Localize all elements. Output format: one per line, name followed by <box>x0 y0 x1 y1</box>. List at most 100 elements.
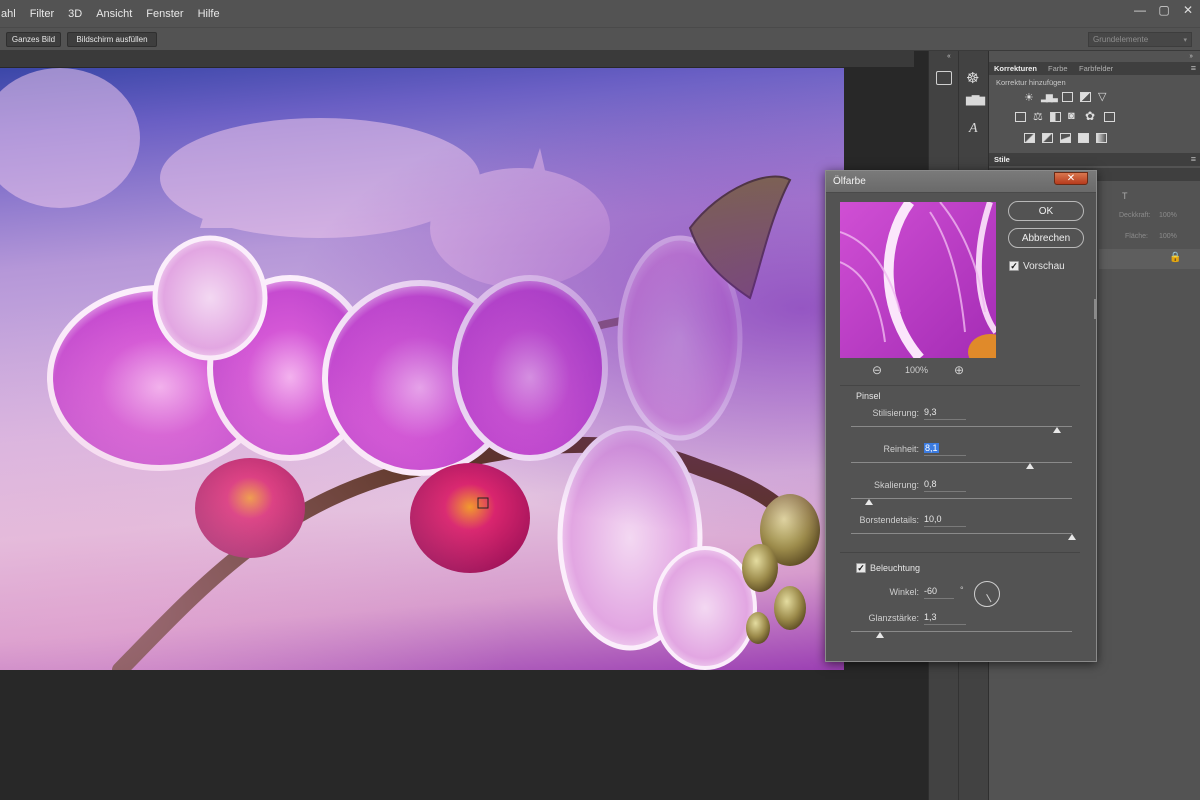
tab-stile[interactable]: Stile <box>994 155 1010 164</box>
opacity-label: Deckkraft: <box>1119 212 1151 219</box>
collapse-panel-icon[interactable]: ›› <box>1189 53 1193 60</box>
dialog-close-button[interactable]: ✕ <box>1054 172 1088 185</box>
divider <box>840 385 1080 386</box>
curves-icon[interactable] <box>1062 92 1073 102</box>
zoom-level: 100% <box>905 365 929 375</box>
collapse-arrows-icon[interactable]: ‹‹ <box>947 53 951 60</box>
scale-track <box>851 498 1072 499</box>
bristle-detail-label: Borstendetails: <box>859 515 919 525</box>
add-adjustment-label: Korrektur hinzufügen <box>996 78 1066 87</box>
minimize-button[interactable]: — <box>1128 0 1152 20</box>
dialog-title: Ölfarbe <box>833 176 866 187</box>
document-tab-strip <box>0 51 914 67</box>
bristle-detail-value[interactable]: 10,0 <box>924 514 966 527</box>
black-white-icon[interactable] <box>1050 112 1061 122</box>
fit-all-button[interactable]: Ganzes Bild <box>6 32 61 47</box>
stylization-slider[interactable] <box>1052 427 1061 433</box>
menu-auswahl[interactable]: ahl <box>0 8 23 20</box>
levels-icon[interactable]: ▂▆▃ <box>1041 92 1058 103</box>
threshold-icon[interactable] <box>1060 133 1071 143</box>
fill-label: Fläche: <box>1125 233 1148 240</box>
menu-3d[interactable]: 3D <box>61 8 89 20</box>
chevron-down-icon: ▾ <box>1183 36 1187 44</box>
preview-image <box>840 202 996 358</box>
hue-saturation-icon[interactable] <box>1015 112 1026 122</box>
invert-icon[interactable] <box>1024 133 1035 143</box>
menu-bar: ahl Filter 3D Ansicht Fenster Hilfe — ▢ … <box>0 0 1200 27</box>
scale-value[interactable]: 0,8 <box>924 479 966 492</box>
bristle-detail-slider[interactable] <box>1068 534 1076 540</box>
opacity-value[interactable]: 100% <box>1159 212 1177 219</box>
color-lookup-icon[interactable] <box>1104 112 1115 122</box>
tab-farbfelder[interactable]: Farbfelder <box>1079 64 1113 73</box>
workspace-select-value: Grundelemente <box>1093 35 1149 44</box>
dialog-scrollbar[interactable] <box>1094 299 1096 319</box>
zoom-in-icon[interactable]: ⊕ <box>952 363 966 377</box>
layer-row[interactable]: 🔒 <box>1099 249 1200 269</box>
styles-tabs: Stile ≡ <box>989 153 1200 166</box>
photo-filter-icon[interactable]: ◙ <box>1068 110 1075 122</box>
angle-value[interactable]: -60 <box>924 586 954 599</box>
workspace-select[interactable]: Grundelemente ▾ <box>1088 32 1192 47</box>
posterize-icon[interactable] <box>1042 133 1053 143</box>
angle-dial[interactable] <box>974 581 1000 607</box>
brightness-icon[interactable]: ☀ <box>1024 91 1034 104</box>
shine-track <box>851 631 1072 632</box>
lock-icon: 🔒 <box>1169 252 1182 263</box>
fill-screen-button[interactable]: Bildschirm ausfüllen <box>67 32 157 47</box>
color-balance-icon[interactable]: ⚖ <box>1033 110 1043 123</box>
cleanliness-slider[interactable] <box>1026 463 1034 469</box>
histogram-icon[interactable]: ▆▇▆ <box>966 95 985 106</box>
navigator-icon[interactable]: ☸ <box>966 69 979 87</box>
ok-button[interactable]: OK <box>1008 201 1084 221</box>
vibrance-icon[interactable]: ▽ <box>1098 90 1106 103</box>
fill-value[interactable]: 100% <box>1159 233 1177 240</box>
zoom-out-icon[interactable]: ⊖ <box>870 363 884 377</box>
selective-color-icon[interactable] <box>1078 133 1089 143</box>
adjustments-tabs: Korrekturen Farbe Farbfelder ≡ <box>989 62 1200 75</box>
stylization-value[interactable]: 9,3 <box>924 407 966 420</box>
dialog-titlebar[interactable]: Ölfarbe ✕ <box>826 171 1096 193</box>
exposure-icon[interactable] <box>1080 92 1091 102</box>
canvas-image[interactable] <box>0 68 844 670</box>
cleanliness-track <box>851 462 1072 463</box>
preview-checkbox[interactable]: ✓ <box>1009 261 1019 271</box>
lighting-label: Beleuchtung <box>870 563 921 573</box>
scale-slider[interactable] <box>864 499 873 505</box>
scale-label: Skalierung: <box>873 480 919 490</box>
brush-section-heading: Pinsel <box>856 391 881 401</box>
angle-label: Winkel: <box>889 587 919 597</box>
panel-menu-icon[interactable]: ≡ <box>1191 63 1196 73</box>
menu-filter[interactable]: Filter <box>23 8 61 20</box>
properties-icon[interactable] <box>936 71 952 85</box>
close-window-button[interactable]: ✕ <box>1176 0 1200 20</box>
channel-mixer-icon[interactable]: ✿ <box>1085 109 1095 123</box>
type-filter-icon[interactable]: T <box>1122 191 1128 201</box>
lighting-checkbox[interactable]: ✓ <box>856 563 866 573</box>
menu-hilfe[interactable]: Hilfe <box>191 8 227 20</box>
cleanliness-value[interactable]: 8,1 <box>924 443 966 456</box>
character-icon[interactable]: A <box>969 121 978 137</box>
maximize-button[interactable]: ▢ <box>1152 0 1176 20</box>
angle-unit: ° <box>960 585 964 595</box>
divider <box>840 552 1080 553</box>
stylization-label: Stilisierung: <box>872 408 919 418</box>
oil-paint-dialog: Ölfarbe ✕ OK Abbrechen ✓ Vorschau ⊖ 100%… <box>825 170 1097 662</box>
bristle-detail-track <box>851 533 1072 534</box>
options-bar: Ganzes Bild Bildschirm ausfüllen Grundel… <box>0 27 1200 51</box>
angle-dial-needle <box>986 594 992 603</box>
tab-korrekturen[interactable]: Korrekturen <box>994 64 1037 73</box>
gradient-map-icon[interactable] <box>1096 133 1107 143</box>
window-controls: — ▢ ✕ <box>1128 0 1200 20</box>
shine-label: Glanzstärke: <box>868 613 919 623</box>
filter-preview[interactable] <box>840 202 996 358</box>
styles-menu-icon[interactable]: ≡ <box>1191 154 1196 164</box>
menu-fenster[interactable]: Fenster <box>139 8 190 20</box>
shine-slider[interactable] <box>875 632 884 638</box>
preview-label: Vorschau <box>1023 261 1065 272</box>
tab-farbe[interactable]: Farbe <box>1048 64 1068 73</box>
shine-value[interactable]: 1,3 <box>924 612 966 625</box>
cleanliness-label: Reinheit: <box>883 444 919 454</box>
menu-ansicht[interactable]: Ansicht <box>89 8 139 20</box>
cancel-button[interactable]: Abbrechen <box>1008 228 1084 248</box>
